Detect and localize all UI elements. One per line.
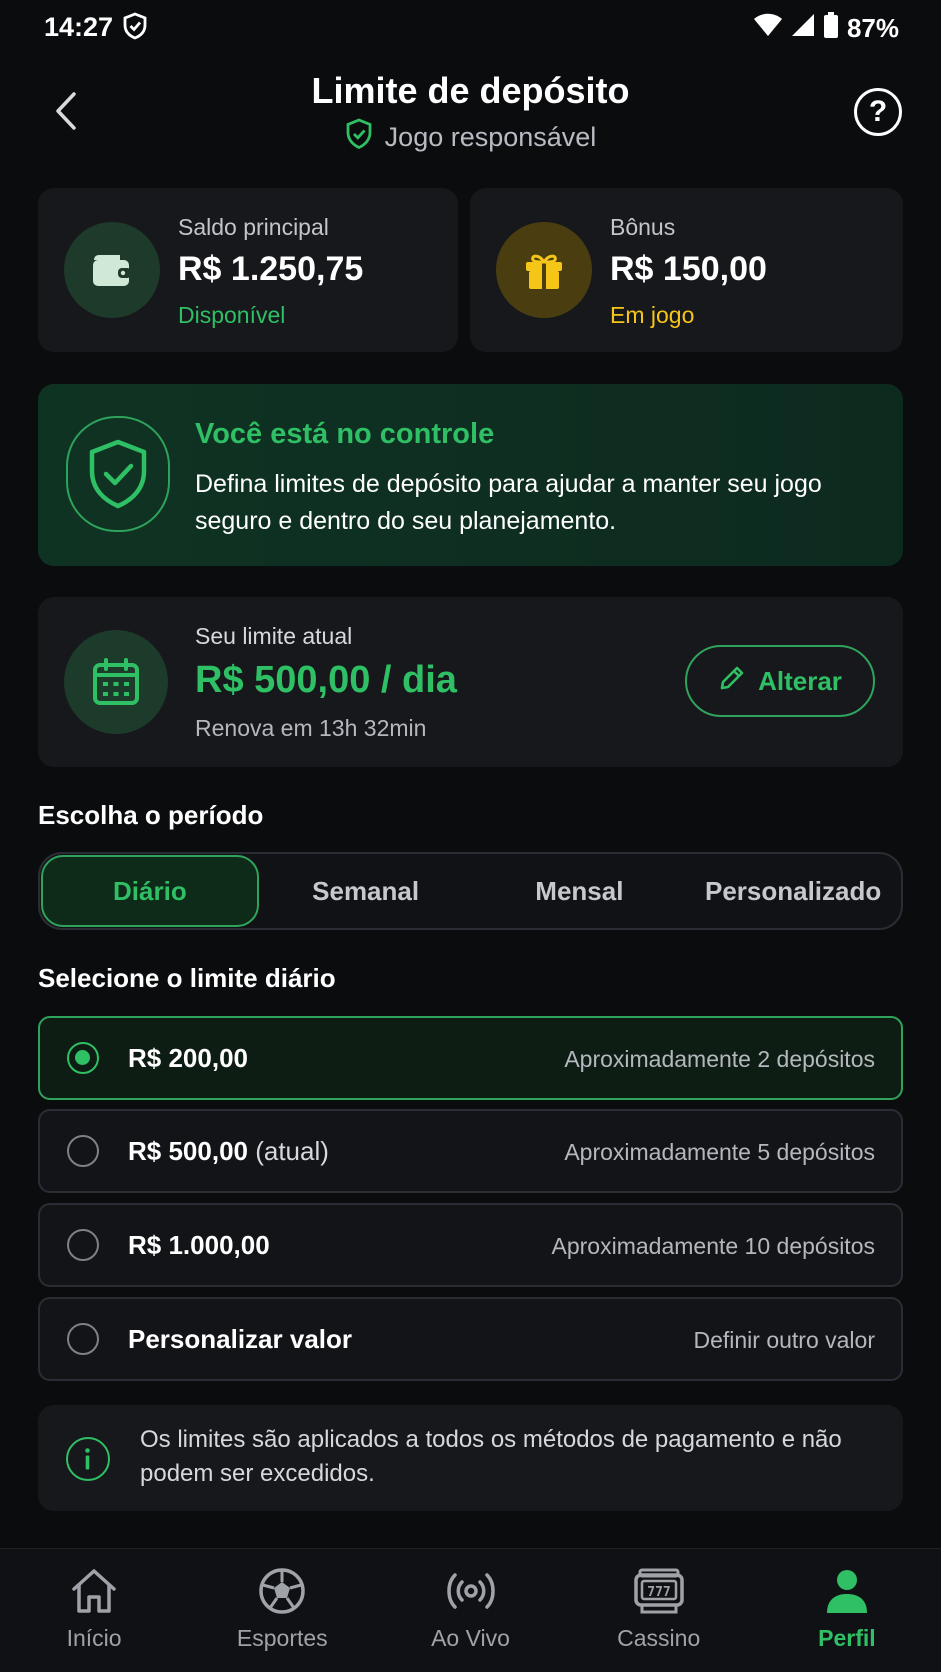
nav-item-live[interactable]: Ao Vivo bbox=[376, 1549, 564, 1672]
nav-item-home[interactable]: Início bbox=[0, 1549, 188, 1672]
period-tabs: Diário Semanal Mensal Personalizado bbox=[38, 852, 903, 930]
question-icon: ? bbox=[868, 95, 888, 128]
pencil-icon bbox=[718, 664, 746, 699]
edit-limit-button[interactable]: Alterar bbox=[685, 645, 875, 717]
period-section-title: Escolha o período bbox=[38, 800, 264, 830]
gift-icon bbox=[496, 222, 592, 318]
svg-text:777: 777 bbox=[647, 1585, 670, 1600]
limit-option-500[interactable]: R$ 500,00 (atual) Aproximadamente 5 depó… bbox=[38, 1109, 903, 1193]
home-icon bbox=[72, 1569, 116, 1613]
nav-label-casino: Cassino bbox=[617, 1625, 701, 1651]
main-balance-label: Saldo principal bbox=[178, 214, 329, 240]
option-current-tag: (atual) bbox=[255, 1136, 329, 1166]
calendar-icon bbox=[64, 630, 168, 734]
wallet-icon bbox=[64, 222, 160, 318]
option-label: Personalizar valor bbox=[128, 1324, 352, 1354]
soccer-ball-icon bbox=[259, 1568, 306, 1614]
bonus-value: R$ 150,00 bbox=[610, 250, 767, 288]
bonus-balance-card: Bônus R$ 150,00 Em jogo bbox=[470, 188, 903, 352]
option-label: R$ 200,00 bbox=[128, 1043, 248, 1073]
nav-label-home: Início bbox=[66, 1625, 122, 1651]
radio-unselected[interactable] bbox=[67, 1323, 99, 1355]
limit-option-1000[interactable]: R$ 1.000,00 Aproximadamente 10 depósitos bbox=[38, 1203, 903, 1287]
tab-custom[interactable]: Personalizado bbox=[686, 855, 900, 927]
option-description: Aproximadamente 5 depósitos bbox=[564, 1139, 875, 1165]
status-bar: 14:27 87% bbox=[0, 0, 941, 56]
option-description: Aproximadamente 2 depósitos bbox=[564, 1046, 875, 1072]
nav-item-profile[interactable]: Perfil bbox=[753, 1549, 941, 1672]
shield-status-icon bbox=[122, 12, 148, 45]
nav-item-casino[interactable]: 777 Cassino bbox=[565, 1549, 753, 1672]
option-description: Aproximadamente 10 depósitos bbox=[551, 1233, 875, 1259]
current-limit-value: R$ 500,00 / dia bbox=[195, 659, 457, 701]
option-label: R$ 1.000,00 bbox=[128, 1230, 270, 1260]
main-balance-card: Saldo principal R$ 1.250,75 Disponível bbox=[38, 188, 458, 352]
radio-unselected[interactable] bbox=[67, 1229, 99, 1261]
nav-label-profile: Perfil bbox=[818, 1625, 876, 1651]
user-icon bbox=[826, 1570, 867, 1613]
current-limit-label: Seu limite atual bbox=[195, 623, 353, 649]
signal-icon bbox=[791, 13, 815, 44]
radio-selected[interactable] bbox=[67, 1042, 99, 1074]
limit-option-200[interactable]: R$ 200,00 Aproximadamente 2 depósitos bbox=[38, 1016, 903, 1100]
nav-label-sports: Esportes bbox=[236, 1625, 328, 1651]
status-time: 14:27 bbox=[44, 12, 114, 42]
wifi-icon bbox=[753, 13, 783, 44]
bonus-status: Em jogo bbox=[610, 302, 695, 328]
radio-unselected[interactable] bbox=[67, 1135, 99, 1167]
shield-check-icon bbox=[345, 118, 373, 157]
subtitle-text: Jogo responsável bbox=[384, 122, 597, 152]
control-text: Defina limites de depósito para ajudar a… bbox=[195, 470, 822, 535]
option-label-wrap: R$ 500,00 (atual) bbox=[128, 1136, 329, 1167]
main-balance-status: Disponível bbox=[178, 302, 286, 328]
tab-monthly[interactable]: Mensal bbox=[473, 855, 687, 927]
info-note: Os limites são aplicados a todos os méto… bbox=[38, 1405, 903, 1511]
bonus-label: Bônus bbox=[610, 214, 676, 240]
option-label: R$ 500,00 bbox=[128, 1136, 248, 1166]
info-icon bbox=[66, 1437, 110, 1481]
current-limit-card: Seu limite atual R$ 500,00 / dia Renova … bbox=[38, 597, 903, 767]
nav-item-sports[interactable]: Esportes bbox=[188, 1549, 376, 1672]
page-subtitle: Jogo responsável bbox=[0, 118, 941, 157]
bottom-nav: Início Esportes Ao Vivo 777 Cassino Perf… bbox=[0, 1548, 941, 1672]
tab-daily[interactable]: Diário bbox=[41, 855, 259, 927]
limit-option-custom[interactable]: Personalizar valor Definir outro valor bbox=[38, 1297, 903, 1381]
option-description: Definir outro valor bbox=[693, 1327, 875, 1353]
control-banner: Você está no controle Defina limites de … bbox=[38, 384, 903, 566]
nav-label-live: Ao Vivo bbox=[431, 1625, 510, 1651]
slot-machine-icon: 777 bbox=[633, 1568, 684, 1614]
help-button[interactable]: ? bbox=[854, 88, 902, 136]
battery-level: 87% bbox=[846, 13, 899, 43]
tab-weekly[interactable]: Semanal bbox=[259, 855, 473, 927]
info-note-text: Os limites são aplicados a todos os méto… bbox=[140, 1426, 842, 1487]
page-title: Limite de depósito bbox=[311, 70, 630, 111]
limit-renew-text: Renova em 13h 32min bbox=[195, 715, 427, 741]
shield-check-icon bbox=[66, 416, 170, 532]
main-balance-value: R$ 1.250,75 bbox=[178, 250, 364, 288]
limit-section-title: Selecione o limite diário bbox=[38, 963, 336, 993]
edit-limit-label: Alterar bbox=[758, 665, 842, 696]
control-title: Você está no controle bbox=[195, 418, 495, 450]
broadcast-icon bbox=[446, 1573, 495, 1609]
battery-icon bbox=[823, 12, 839, 45]
